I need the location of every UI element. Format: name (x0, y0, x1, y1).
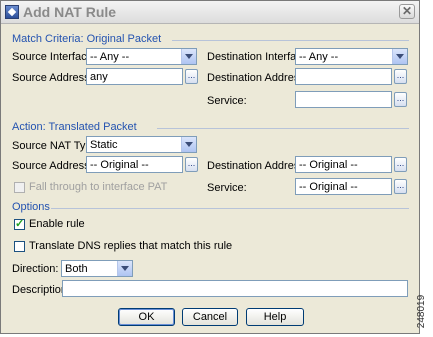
direction-select[interactable]: Both (61, 260, 133, 277)
service-input[interactable] (295, 91, 392, 108)
destination-address-input[interactable] (295, 68, 392, 85)
destination-interface-select[interactable]: -- Any -- (295, 48, 408, 65)
figure-code: 248019 (416, 290, 433, 334)
fall-through-checkbox[interactable] (14, 182, 25, 193)
translate-dns-checkbox[interactable] (14, 241, 25, 252)
fall-through-label: Fall through to interface PAT (29, 181, 168, 193)
translated-destination-address-input[interactable]: -- Original -- (295, 156, 392, 173)
translated-service-value: -- Original -- (299, 181, 358, 193)
cancel-button[interactable]: Cancel (182, 308, 238, 326)
figure-code-text: 248019 (416, 294, 428, 329)
browse-ellipsis-icon[interactable]: ... (185, 69, 198, 84)
options-section-title: Options (12, 201, 50, 213)
translated-service-input[interactable]: -- Original -- (295, 178, 392, 195)
translated-source-address-input[interactable]: -- Original -- (86, 156, 183, 173)
source-address-value: any (90, 71, 108, 83)
chevron-down-icon (181, 49, 196, 64)
ok-button[interactable]: OK (118, 308, 175, 326)
source-nat-type-value: Static (90, 139, 118, 151)
chevron-down-icon (181, 137, 196, 152)
browse-ellipsis-icon[interactable]: ... (185, 157, 198, 172)
nat-app-icon (5, 5, 19, 19)
checkmark-icon: ✓ (15, 218, 25, 230)
help-button[interactable]: Help (246, 308, 304, 326)
browse-ellipsis-icon[interactable]: ... (394, 157, 407, 172)
translated-destination-address-value: -- Original -- (299, 159, 358, 171)
source-interface-label: Source Interface: (12, 51, 96, 63)
section-divider (157, 128, 409, 129)
chevron-down-icon (392, 49, 407, 64)
add-nat-rule-dialog: Add NAT Rule ✕ Match Criteria: Original … (0, 0, 420, 334)
translate-dns-label: Translate DNS replies that match this ru… (29, 240, 233, 252)
title-bar: Add NAT Rule ✕ (1, 1, 419, 24)
translated-source-address-label: Source Address: (12, 160, 93, 172)
section-divider (172, 40, 409, 41)
destination-address-label: Destination Address: (207, 72, 308, 84)
source-nat-type-select[interactable]: Static (86, 136, 197, 153)
source-address-label: Source Address: (12, 72, 93, 84)
browse-ellipsis-icon[interactable]: ... (394, 69, 407, 84)
source-interface-value: -- Any -- (90, 51, 130, 63)
enable-rule-checkbox[interactable]: ✓ (14, 218, 25, 230)
source-address-input[interactable]: any (86, 68, 183, 85)
browse-ellipsis-icon[interactable]: ... (394, 92, 407, 107)
direction-value: Both (65, 263, 88, 275)
description-input[interactable] (62, 280, 408, 297)
window-title: Add NAT Rule (23, 4, 117, 20)
section-divider (51, 208, 409, 209)
chevron-down-icon (117, 261, 132, 276)
enable-rule-label: Enable rule (29, 218, 85, 230)
destination-interface-value: -- Any -- (299, 51, 339, 63)
translated-destination-address-label: Destination Address: (207, 160, 308, 172)
service-label: Service: (207, 95, 247, 107)
translated-source-address-value: -- Original -- (90, 159, 149, 171)
direction-label: Direction: (12, 263, 59, 275)
action-section-title: Action: Translated Packet (12, 121, 137, 133)
browse-ellipsis-icon[interactable]: ... (394, 179, 407, 194)
source-interface-select[interactable]: -- Any -- (86, 48, 197, 65)
close-button[interactable]: ✕ (399, 4, 415, 19)
match-criteria-section-title: Match Criteria: Original Packet (12, 33, 162, 45)
translated-service-label: Service: (207, 182, 247, 194)
